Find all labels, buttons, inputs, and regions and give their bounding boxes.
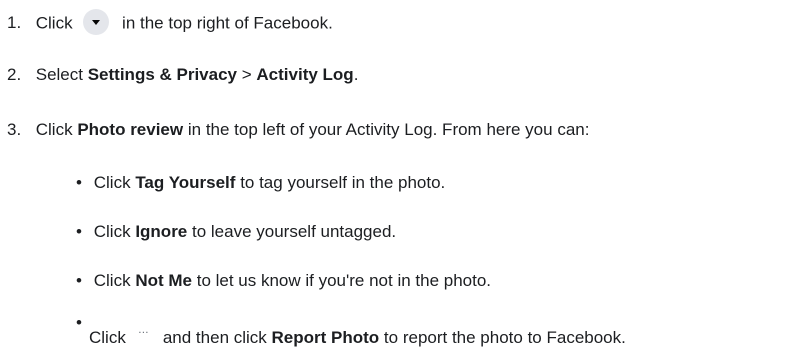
bullet-text: Click (93, 271, 131, 290)
separator: > (241, 65, 252, 84)
chevron-down-icon[interactable] (83, 9, 110, 35)
bullet-dot: • (76, 173, 82, 192)
more-icon[interactable]: … (138, 320, 149, 340)
menu-activity-log: Activity Log (256, 65, 354, 84)
step-3: 3. Click Photo review in the top left of… (7, 120, 589, 140)
bullet-text: to leave yourself untagged. (192, 222, 397, 241)
step-number: 3. (7, 120, 22, 139)
step-number: 1. (7, 13, 22, 33)
step-text: in the top right of Facebook. (122, 13, 333, 33)
menu-settings-privacy: Settings & Privacy (87, 65, 237, 84)
period: . (353, 65, 359, 84)
bullet-report-photo: Click… and then click Report Photo to rep… (89, 324, 626, 348)
bullet-text: Click (89, 328, 126, 347)
bullet-dot: • (76, 222, 82, 241)
photo-review-label: Photo review (77, 120, 184, 139)
bullet-text: to tag yourself in the photo. (240, 173, 446, 192)
report-photo-label: Report Photo (271, 328, 380, 347)
step-2: 2. Select Settings & Privacy > Activity … (7, 65, 358, 85)
bullet-text: Click (93, 222, 131, 241)
bullet-text: to report the photo to Facebook. (383, 328, 626, 347)
bullet-tag-yourself: • Click Tag Yourself to tag yourself in … (76, 173, 445, 193)
tag-yourself-label: Tag Yourself (135, 173, 236, 192)
bullet-dot: • (76, 313, 82, 332)
bullet-ignore: • Click Ignore to leave yourself untagge… (76, 222, 396, 242)
bullet-text: and then click (162, 328, 267, 347)
not-me-label: Not Me (135, 271, 192, 290)
bullet-text: to let us know if you're not in the phot… (196, 271, 492, 290)
bullet-text: Click (93, 173, 131, 192)
bullet-dot: • (76, 271, 82, 290)
ignore-label: Ignore (135, 222, 188, 241)
step-text: in the top left of your Activity Log. Fr… (187, 120, 590, 139)
step-text: Click (35, 120, 73, 139)
bullet-not-me: • Click Not Me to let us know if you're … (76, 271, 491, 291)
step-1: 1. Click in the top right of Facebook. (7, 9, 333, 37)
step-text: Click (35, 13, 73, 33)
step-text: Select (35, 65, 83, 84)
step-number: 2. (7, 65, 22, 84)
